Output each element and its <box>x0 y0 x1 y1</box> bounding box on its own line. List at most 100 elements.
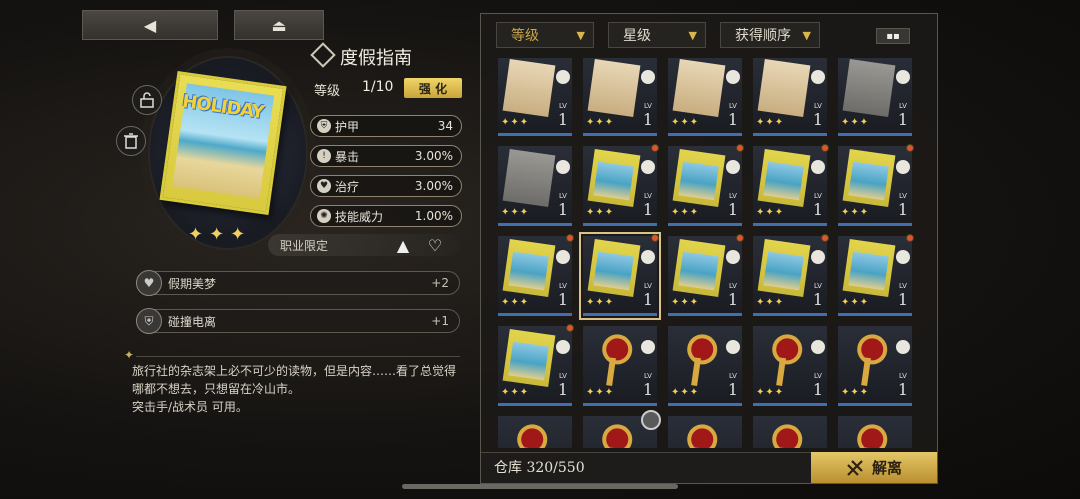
perk-row[interactable]: ⛨ 碰撞电离 +1 <box>136 308 460 334</box>
item-type-badge-icon <box>811 70 825 84</box>
card-level-value: 1 <box>557 200 568 219</box>
item-stars: ✦✦✦ <box>188 224 252 245</box>
lock-button[interactable] <box>132 85 162 115</box>
inventory-card[interactable]: ✦✦✦ LV 1 <box>583 58 657 136</box>
inventory-card[interactable]: ✦✦✦ LV 1 <box>583 144 659 226</box>
item-paper-icon <box>587 59 641 117</box>
card-level-label: LV <box>813 102 822 110</box>
crit-icon: ! <box>317 149 331 163</box>
inventory-card[interactable]: ✦✦✦ LV 1 <box>753 58 827 136</box>
inventory-card[interactable]: ✦✦✦ LV 1 <box>579 232 661 320</box>
card-stars: ✦✦✦ <box>501 297 530 308</box>
inventory-card[interactable]: ✦✦✦ LV 1 <box>838 326 912 406</box>
card-level-label: LV <box>643 192 652 200</box>
card-level-value: 1 <box>727 290 738 309</box>
item-type-badge-icon <box>726 70 740 84</box>
inventory-card[interactable]: ✦✦✦ LV 1 <box>753 144 829 226</box>
grid-view-toggle[interactable]: ▪▪ <box>876 28 910 44</box>
inventory-card[interactable]: ✦✦✦ LV 1 <box>498 146 572 226</box>
inventory-card[interactable]: ✦✦✦ LV 1 <box>498 234 574 316</box>
inventory-card[interactable] <box>583 410 661 448</box>
item-paper-icon <box>502 59 556 117</box>
item-key-icon <box>843 419 896 448</box>
inventory-card[interactable]: ✦✦✦ LV 1 <box>838 144 914 226</box>
card-level-value: 1 <box>897 290 908 309</box>
card-level-label: LV <box>558 102 567 110</box>
card-level: LV 1 <box>898 192 908 219</box>
new-indicator-dot <box>906 144 914 152</box>
dismantle-button[interactable]: 解离 <box>811 452 937 483</box>
inventory-card[interactable]: ✦✦✦ LV 1 <box>583 326 657 406</box>
perk-value: +1 <box>431 314 449 328</box>
inventory-card[interactable]: ✦✦✦ LV 1 <box>753 326 827 406</box>
heal-icon: ♥ <box>317 179 331 193</box>
stat-value: 34 <box>437 119 453 133</box>
storage-count: 仓库 320/550 <box>494 460 585 476</box>
item-paper-icon <box>672 59 726 117</box>
filter-star-dropdown[interactable]: 星级 ▼ <box>608 22 706 48</box>
card-level: LV 1 <box>728 372 738 399</box>
item-magazine-icon <box>842 239 896 297</box>
assault-class-icon[interactable]: ▲ <box>392 234 414 256</box>
card-level-value: 1 <box>812 290 823 309</box>
inventory-card[interactable]: ✦✦✦ LV 1 <box>753 234 829 316</box>
card-level: LV 1 <box>643 372 653 399</box>
inventory-card[interactable]: ✦✦✦ LV 1 <box>838 234 914 316</box>
new-indicator-dot <box>736 234 744 242</box>
enhance-button[interactable]: 强 化 <box>404 78 462 98</box>
skill-icon: ✺ <box>317 209 331 223</box>
perk-row[interactable]: ♥ 假期美梦 +2 <box>136 270 460 296</box>
item-key-icon <box>673 329 726 387</box>
inventory-card[interactable]: ✦✦✦ LV 1 <box>668 326 742 406</box>
description-text: 旅行社的杂志架上必不可少的读物，但是内容……看了总觉得哪都不想去，只想留在冷山市… <box>132 364 457 396</box>
eject-icon: ⏏ <box>271 15 287 35</box>
card-level: LV 1 <box>558 102 568 129</box>
item-type-badge-icon <box>641 160 655 174</box>
item-magazine-icon <box>587 149 641 207</box>
item-type-badge-icon <box>556 250 570 264</box>
horizontal-scrollbar[interactable] <box>402 484 678 489</box>
item-type-badge-icon <box>811 340 825 354</box>
trash-button[interactable] <box>116 126 146 156</box>
card-level-label: LV <box>898 192 907 200</box>
equipped-avatar <box>641 410 661 430</box>
item-magazine-icon <box>672 149 726 207</box>
shield-icon: ⛨ <box>317 119 331 133</box>
card-level-value: 1 <box>642 380 653 399</box>
new-indicator-dot <box>821 234 829 242</box>
tactician-class-icon[interactable]: ♡ <box>424 234 446 256</box>
card-level-label: LV <box>898 102 907 110</box>
inventory-card[interactable]: ✦✦✦ LV 1 <box>668 58 742 136</box>
stat-skill-power: ✺ 技能威力 1.00% <box>310 205 462 227</box>
home-button[interactable]: ⏏ <box>234 10 324 40</box>
back-button[interactable]: ◀ <box>82 10 218 40</box>
inventory-card[interactable]: ✦✦✦ LV 1 <box>668 234 744 316</box>
inventory-grid-viewport[interactable]: ✦✦✦ LV 1 ✦✦✦ LV 1 ✦✦✦ LV 1 ✦✦✦ LV 1 ✦✦✦ LV 1 ✦✦✦ LV 1 ✦✦✦ L… <box>490 58 920 448</box>
item-type-badge-icon <box>811 250 825 264</box>
stat-value: 1.00% <box>414 209 453 223</box>
new-indicator-dot <box>651 234 659 242</box>
inventory-card[interactable]: ✦✦✦ LV 1 <box>668 144 744 226</box>
new-indicator-dot <box>566 234 574 242</box>
filter-level-dropdown[interactable]: 等级 ▼ <box>496 22 594 48</box>
perk-name: 碰撞电离 <box>168 314 217 329</box>
inventory-card[interactable]: ✦✦✦ LV 1 <box>498 58 572 136</box>
item-type-icon <box>310 42 336 68</box>
filter-label: 获得顺序 <box>735 28 791 44</box>
inventory-card[interactable] <box>753 416 827 448</box>
inventory-card[interactable] <box>668 416 742 448</box>
card-level: LV 1 <box>898 372 908 399</box>
new-indicator-dot <box>566 324 574 332</box>
card-level-label: LV <box>728 102 737 110</box>
chevron-down-icon: ▼ <box>688 28 697 42</box>
item-type-badge-icon <box>641 250 655 264</box>
inventory-card[interactable]: ✦✦✦ LV 1 <box>838 58 912 136</box>
card-level: LV 1 <box>643 282 653 309</box>
inventory-card[interactable] <box>838 416 912 448</box>
card-level-label: LV <box>643 102 652 110</box>
card-stars: ✦✦✦ <box>756 297 785 308</box>
inventory-card[interactable] <box>498 416 572 448</box>
inventory-card[interactable]: ✦✦✦ LV 1 <box>498 324 574 406</box>
card-level-label: LV <box>813 192 822 200</box>
filter-order-dropdown[interactable]: 获得顺序 ▼ <box>720 22 820 48</box>
